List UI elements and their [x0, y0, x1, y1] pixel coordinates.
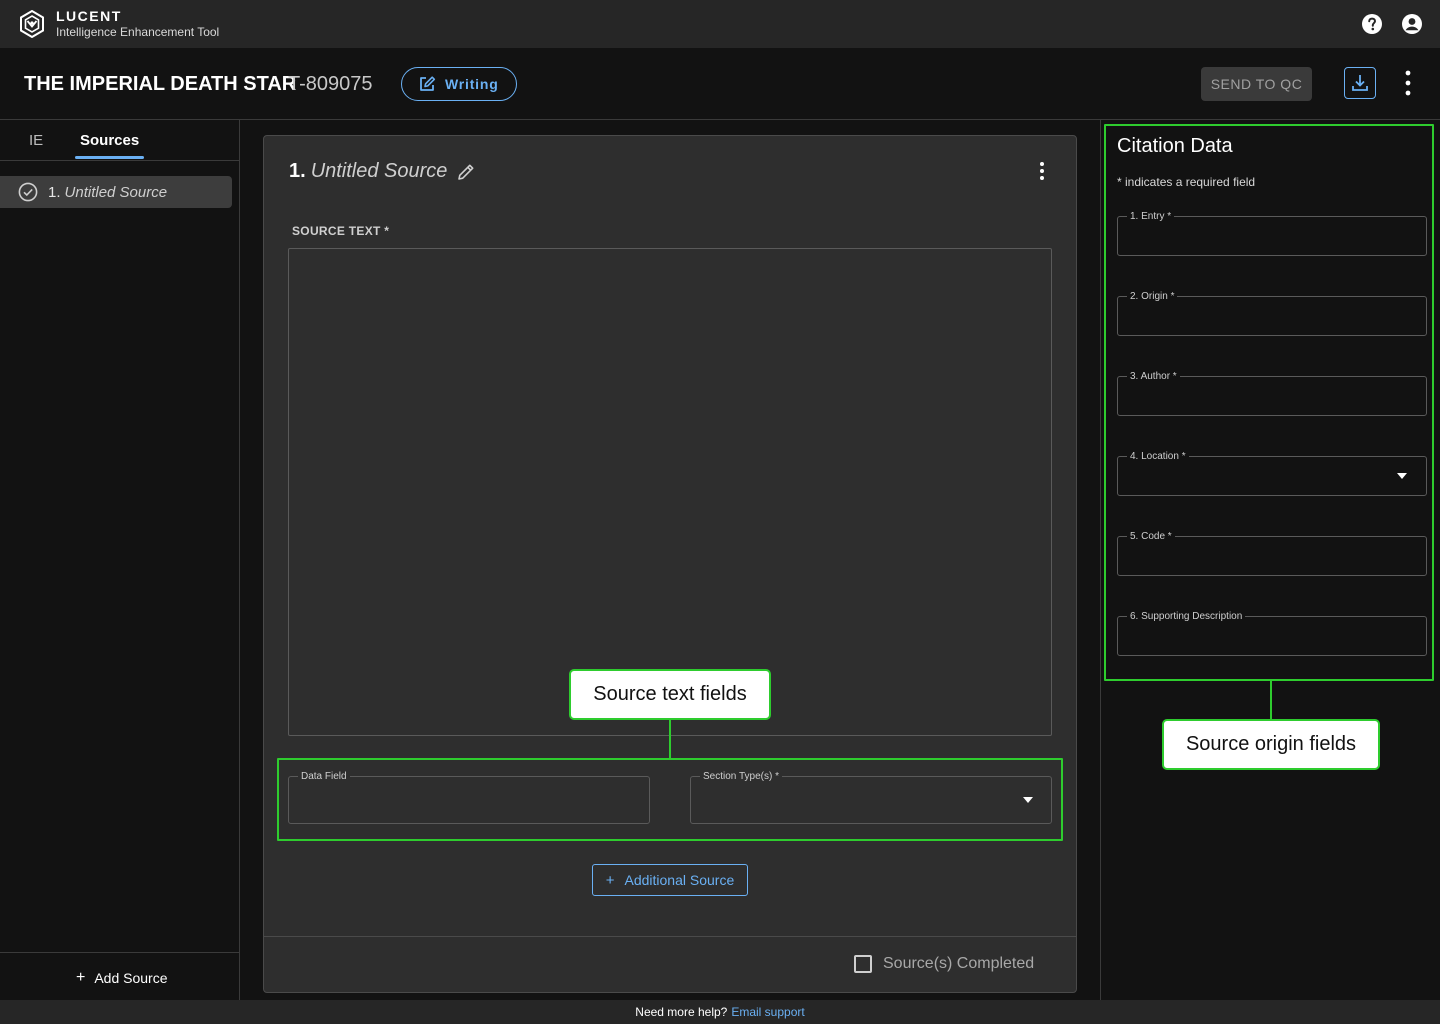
checkbox-icon	[854, 955, 872, 973]
author-label: 3. Author *	[1127, 371, 1180, 382]
send-to-qc-button[interactable]: SEND TO QC	[1201, 67, 1312, 101]
citation-panel: Citation Data * indicates a required fie…	[1100, 120, 1440, 1000]
source-origin-fields-callout: Source origin fields	[1162, 719, 1380, 770]
supporting-description-label: 6. Supporting Description	[1127, 611, 1246, 622]
sources-completed-label: Source(s) Completed	[883, 955, 1035, 972]
add-source-bar: + Add Source	[0, 952, 239, 1000]
edit-square-icon	[420, 76, 436, 91]
source-item-number: 1.	[48, 183, 61, 201]
plus-icon: +	[76, 969, 86, 986]
additional-source-button[interactable]: + Additional Source	[592, 864, 748, 896]
more-vert-icon	[1040, 162, 1044, 180]
source-card-number: 1.	[289, 160, 306, 182]
section-types-select[interactable]: Section Type(s) *	[690, 771, 1052, 824]
more-vert-icon	[1405, 70, 1411, 96]
brand-name: LUCENT	[56, 8, 122, 24]
source-card: 1. Untitled Source SOURCE TEXT * Data Fi…	[263, 135, 1077, 993]
entry-label: 1. Entry *	[1127, 211, 1175, 222]
source-card-footer: Source(s) Completed	[264, 936, 1076, 992]
dropdown-arrow-icon	[1397, 473, 1407, 479]
download-icon	[1352, 75, 1368, 91]
section-types-label: Section Type(s) *	[700, 771, 782, 782]
callout-connector	[1270, 680, 1272, 720]
status-chip-writing[interactable]: Writing	[401, 67, 517, 101]
author-field[interactable]: 3. Author *	[1117, 371, 1427, 416]
plus-icon: +	[605, 871, 615, 889]
source-card-title: 1. Untitled Source	[289, 160, 476, 183]
status-label: Writing	[445, 76, 499, 92]
source-text-label: SOURCE TEXT *	[292, 224, 390, 238]
citation-title: Citation Data	[1117, 135, 1233, 157]
source-item-name: Untitled Source	[64, 183, 168, 201]
required-field-note: * indicates a required field	[1117, 175, 1256, 189]
tab-sources[interactable]: Sources	[80, 132, 139, 149]
callout-connector	[669, 719, 671, 759]
sources-sidebar: IE Sources 1. Untitled Source + Add Sour…	[0, 120, 240, 1000]
help-icon[interactable]	[1360, 12, 1384, 36]
title-bar: THE IMPERIAL DEATH STAR T-809075 Writing…	[0, 48, 1440, 120]
location-label: 4. Location *	[1127, 451, 1189, 462]
active-tab-indicator	[75, 156, 144, 159]
additional-source-label: Additional Source	[624, 872, 735, 888]
tab-ie[interactable]: IE	[29, 132, 43, 149]
sources-completed-checkbox[interactable]: Source(s) Completed	[854, 955, 1034, 973]
help-footer: Need more help? Email support	[0, 1000, 1440, 1024]
source-card-name: Untitled Source	[310, 160, 448, 182]
download-button[interactable]	[1344, 67, 1376, 99]
code-field[interactable]: 5. Code *	[1117, 531, 1427, 576]
data-field-input[interactable]: Data Field	[288, 771, 650, 824]
brand-subtitle: Intelligence Enhancement Tool	[56, 25, 220, 39]
origin-field[interactable]: 2. Origin *	[1117, 291, 1427, 336]
source-card-more-menu-button[interactable]	[1030, 158, 1054, 184]
entry-field[interactable]: 1. Entry *	[1117, 211, 1427, 256]
app-bar: LUCENT Intelligence Enhancement Tool	[0, 0, 1440, 48]
brand: LUCENT Intelligence Enhancement Tool	[56, 9, 219, 38]
data-field-label: Data Field	[298, 771, 350, 782]
source-text-fields-callout: Source text fields	[569, 669, 771, 720]
header-more-menu-button[interactable]	[1396, 68, 1420, 98]
account-icon[interactable]	[1400, 12, 1424, 36]
origin-label: 2. Origin *	[1127, 291, 1178, 302]
sidebar-item-source-1[interactable]: 1. Untitled Source	[0, 176, 232, 208]
dropdown-arrow-icon	[1023, 797, 1033, 803]
sidebar-tabs: IE Sources	[0, 120, 239, 161]
location-select[interactable]: 4. Location *	[1117, 451, 1427, 496]
code-label: 5. Code *	[1127, 531, 1175, 542]
help-text: Need more help?	[635, 1005, 728, 1019]
email-support-link[interactable]: Email support	[731, 1005, 804, 1019]
add-source-button[interactable]: + Add Source	[76, 969, 168, 987]
document-id: T-809075	[288, 73, 373, 95]
document-title: THE IMPERIAL DEATH STAR	[24, 73, 297, 95]
check-circle-icon	[18, 182, 38, 202]
add-source-label: Add Source	[94, 970, 168, 986]
source-text-input[interactable]	[288, 248, 1052, 736]
lucent-logo-icon	[20, 10, 44, 38]
pencil-edit-icon[interactable]	[456, 162, 476, 182]
supporting-description-field[interactable]: 6. Supporting Description	[1117, 611, 1427, 656]
